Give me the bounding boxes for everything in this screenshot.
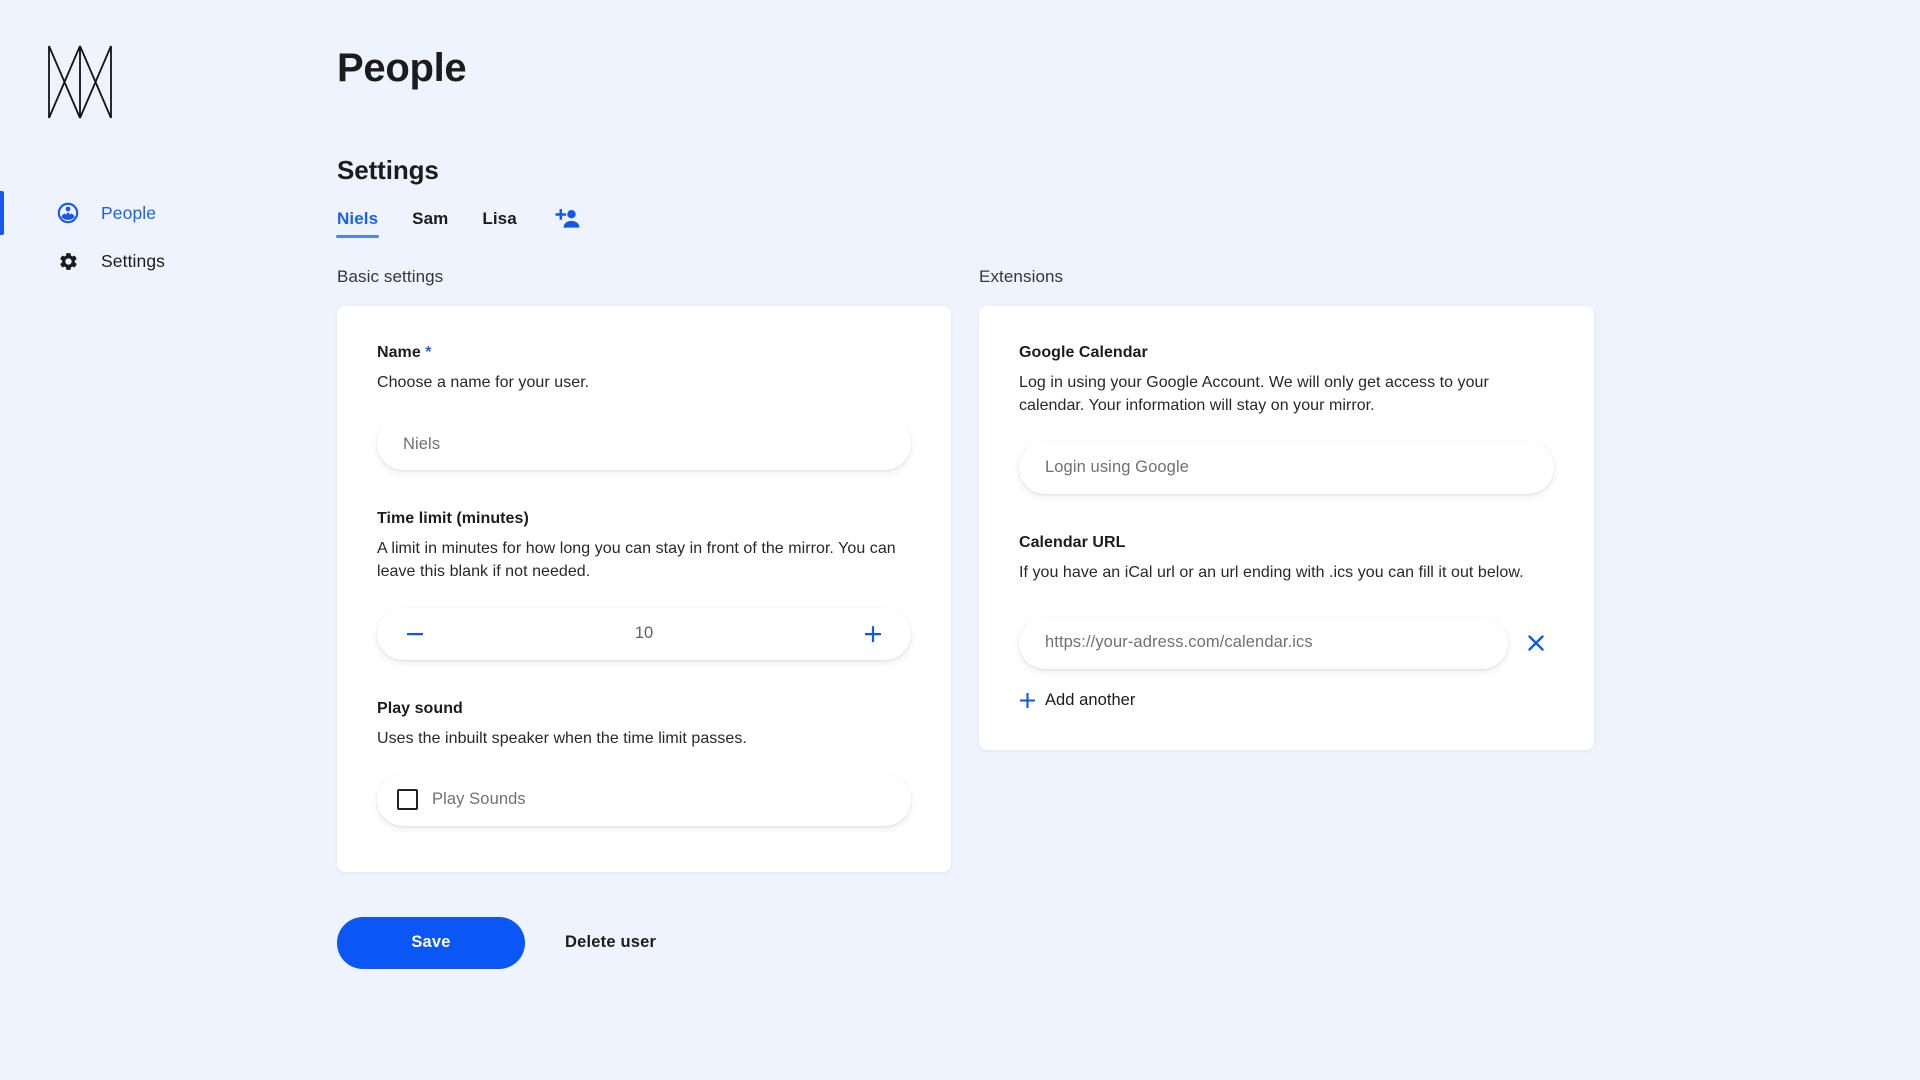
- plus-icon: [865, 625, 881, 642]
- tab-lisa[interactable]: Lisa: [482, 209, 516, 238]
- basic-settings-column: Basic settings Name * Choose a name for …: [337, 267, 951, 969]
- gear-icon: [57, 250, 79, 272]
- google-calendar-label: Google Calendar: [1019, 344, 1148, 361]
- time-limit-label: Time limit (minutes): [377, 510, 529, 528]
- tab-sam[interactable]: Sam: [412, 209, 448, 238]
- name-label: Name *: [377, 344, 911, 362]
- sidebar-item-label: Settings: [101, 250, 166, 271]
- remove-calendar-url-button[interactable]: [1518, 625, 1554, 661]
- name-input-value: Niels: [403, 434, 441, 453]
- settings-columns: Basic settings Name * Choose a name for …: [337, 267, 1870, 969]
- extensions-label: Extensions: [979, 267, 1064, 286]
- sidebar: People Settings: [0, 0, 337, 1080]
- form-actions: Save Delete user: [337, 916, 951, 969]
- play-sounds-checkbox-label: Play Sounds: [432, 790, 526, 809]
- required-marker: *: [425, 344, 432, 361]
- magicmirror-logo: [48, 45, 112, 119]
- basic-settings-card: Name * Choose a name for your user. Niel…: [337, 306, 951, 872]
- sidebar-item-people[interactable]: People: [0, 189, 337, 237]
- extensions-card: Google Calendar Log in using your Google…: [979, 306, 1594, 750]
- add-user-button[interactable]: [555, 208, 581, 239]
- sidebar-item-settings[interactable]: Settings: [0, 237, 337, 285]
- time-limit-description: A limit in minutes for how long you can …: [377, 540, 896, 581]
- time-limit-value: 10: [634, 624, 654, 643]
- user-tabs: Niels Sam Lisa: [335, 208, 1870, 239]
- page-title: People: [337, 46, 467, 90]
- calendar-url-field-group: Calendar URL If you have an iCal url or …: [1019, 534, 1554, 709]
- name-description: Choose a name for your user.: [377, 374, 590, 391]
- name-input[interactable]: Niels: [377, 418, 911, 471]
- play-sound-description: Uses the inbuilt speaker when the time l…: [377, 729, 747, 747]
- calendar-url-row: https://your-adress.com/calendar.ics: [1019, 616, 1554, 669]
- extensions-column: Extensions Google Calendar Log in using …: [979, 267, 1594, 969]
- name-label-text: Name: [377, 344, 421, 361]
- calendar-url-description: If you have an iCal url or an url ending…: [1019, 564, 1524, 582]
- person-add-icon: [555, 209, 580, 228]
- play-sounds-checkbox[interactable]: [397, 789, 418, 811]
- login-using-google-label: Login using Google: [1045, 458, 1189, 477]
- sidebar-item-label: People: [101, 202, 157, 223]
- calendar-url-input[interactable]: https://your-adress.com/calendar.ics: [1019, 616, 1508, 669]
- play-sound-label: Play sound: [377, 699, 463, 717]
- delete-user-button[interactable]: Delete user: [535, 917, 686, 969]
- sidebar-nav: People Settings: [0, 189, 337, 285]
- increment-button[interactable]: [861, 622, 885, 646]
- basic-settings-label: Basic settings: [337, 267, 444, 286]
- decrement-button[interactable]: [403, 622, 427, 646]
- section-title: Settings: [337, 155, 439, 185]
- plus-icon: [1019, 692, 1036, 708]
- play-sounds-row[interactable]: Play Sounds: [377, 773, 911, 826]
- name-field-group: Name * Choose a name for your user. Niel…: [377, 344, 911, 471]
- google-calendar-description: Log in using your Google Account. We wil…: [1019, 374, 1489, 415]
- add-another-label: Add another: [1045, 690, 1136, 709]
- save-button[interactable]: Save: [337, 916, 525, 969]
- time-limit-field-group: Time limit (minutes) A limit in minutes …: [377, 510, 911, 660]
- google-calendar-field-group: Google Calendar Log in using your Google…: [1019, 344, 1554, 495]
- add-another-button[interactable]: Add another: [1019, 691, 1554, 710]
- login-using-google-button[interactable]: Login using Google: [1019, 441, 1554, 495]
- tab-niels[interactable]: Niels: [335, 209, 380, 238]
- time-limit-stepper: 10: [377, 607, 911, 660]
- calendar-url-placeholder: https://your-adress.com/calendar.ics: [1045, 633, 1313, 652]
- active-indicator: [0, 191, 4, 235]
- calendar-url-label: Calendar URL: [1019, 534, 1126, 552]
- person-circle-icon: [57, 202, 79, 224]
- app-root: People Settings People Settings Niels Sa…: [0, 0, 1920, 1080]
- main-content: People Settings Niels Sam Lisa Basic set…: [335, 0, 1920, 1080]
- close-icon: [1528, 634, 1544, 651]
- play-sound-field-group: Play sound Uses the inbuilt speaker when…: [377, 700, 911, 826]
- minus-icon: [407, 632, 423, 635]
